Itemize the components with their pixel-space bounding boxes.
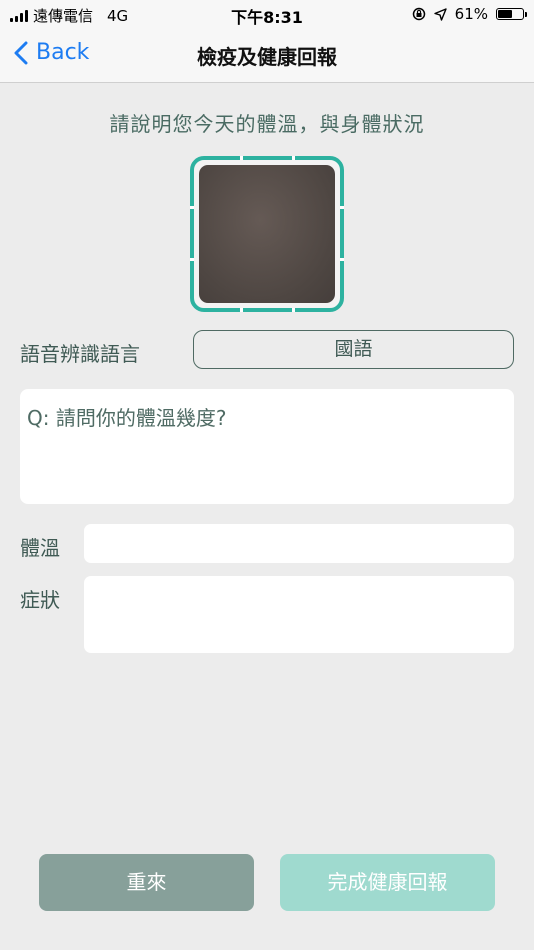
instruction-text: 請說明您今天的體溫，與身體狀況	[109, 112, 425, 136]
location-arrow-icon	[433, 7, 447, 21]
language-label: 語音辨識語言	[20, 342, 140, 366]
question-box: Q: 請問你的體溫幾度?	[20, 389, 514, 504]
navigation-bar: Back 檢疫及健康回報	[0, 28, 534, 83]
rotation-lock-icon	[412, 7, 426, 21]
battery-level	[498, 10, 513, 18]
camera-view	[199, 165, 335, 303]
symptoms-label: 症狀	[20, 588, 60, 612]
complete-report-button[interactable]: 完成健康回報	[280, 854, 495, 911]
temperature-input[interactable]	[84, 524, 514, 563]
status-right: 61%	[412, 5, 527, 23]
status-bar: 遠傳電信 4G 下午8:31 61%	[0, 0, 534, 28]
battery-percent: 61%	[454, 5, 488, 23]
temperature-label: 體溫	[20, 536, 60, 560]
retry-button[interactable]: 重來	[39, 854, 254, 911]
language-select[interactable]: 國語	[193, 330, 514, 369]
camera-preview-frame[interactable]	[190, 156, 344, 312]
symptoms-input[interactable]	[84, 576, 514, 653]
battery-icon	[496, 8, 527, 20]
page-title: 檢疫及健康回報	[197, 45, 337, 69]
question-text: Q: 請問你的體溫幾度?	[27, 406, 227, 430]
